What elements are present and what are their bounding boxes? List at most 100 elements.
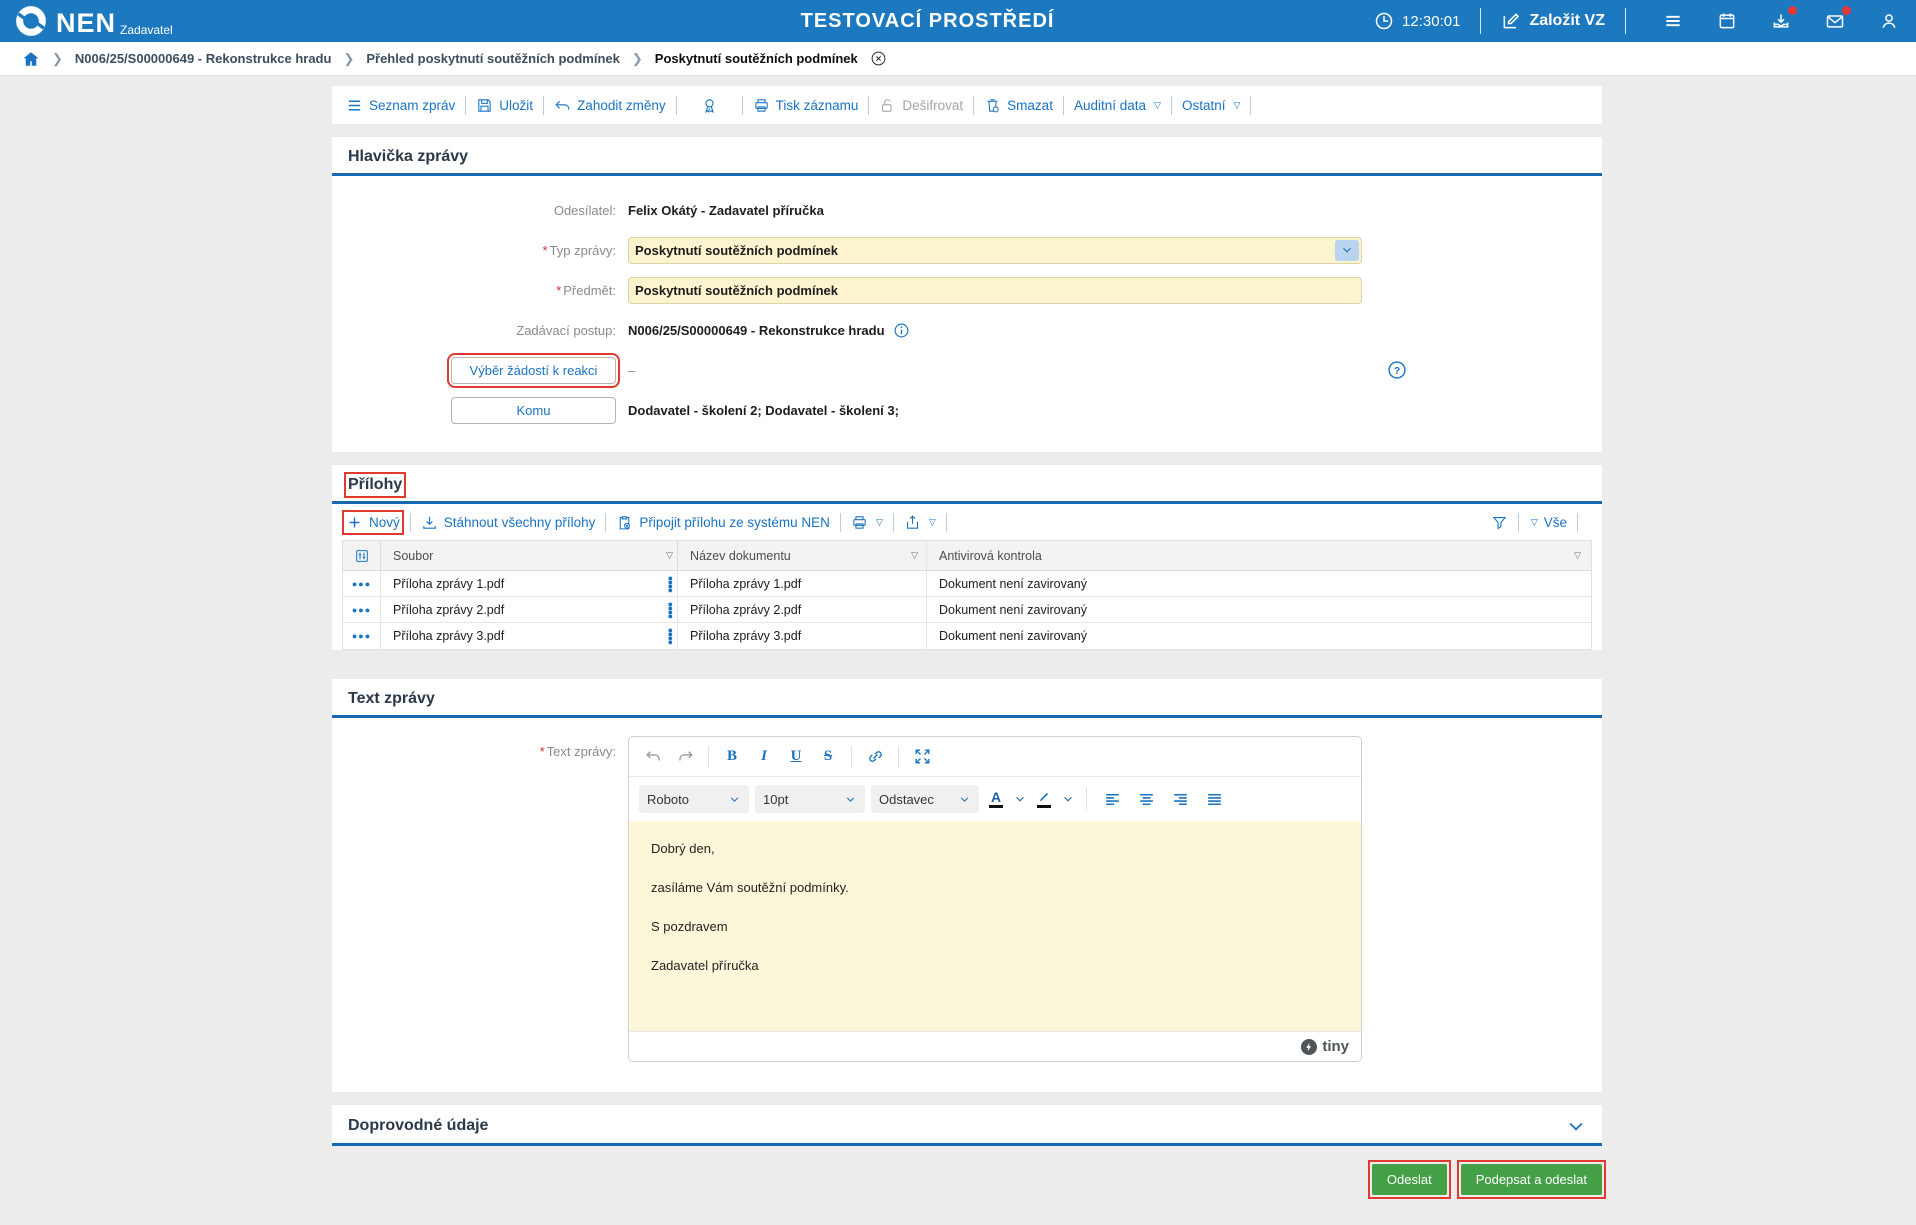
section-message-text: Text zprávy *Text zprávy: B I U S (332, 679, 1602, 1092)
drag-handle-icon[interactable]: ●●●● (668, 628, 673, 644)
new-attachment-button[interactable]: Nový (346, 514, 400, 531)
chevron-down-icon[interactable] (1061, 792, 1075, 806)
save-icon (476, 97, 493, 114)
calendar-icon (1717, 11, 1737, 31)
align-right-button[interactable] (1166, 785, 1194, 813)
dropdown-triangle-icon: ▽ (929, 517, 936, 528)
row-menu-icon[interactable]: ●●● (352, 631, 371, 641)
save-button[interactable]: Uložit (476, 97, 533, 114)
print-record-button[interactable]: Tisk záznamu (753, 97, 859, 114)
align-center-button[interactable] (1132, 785, 1160, 813)
font-family-select[interactable]: Roboto (639, 785, 749, 813)
create-vz-button[interactable]: Založit VZ (1501, 11, 1605, 31)
export-attachments-button[interactable]: ▽ (904, 514, 936, 531)
chevron-down-icon[interactable] (1013, 792, 1027, 806)
discard-changes-button[interactable]: Zahodit změny (554, 97, 666, 114)
table-row[interactable]: ●●● Příloha zprávy 3.pdf●●●● Příloha zpr… (343, 623, 1591, 649)
procedure-value: N006/25/S00000649 - Rekonstrukce hradu (628, 323, 885, 338)
field-message-type: *Typ zprávy: Poskytnutí soutěžních podmí… (332, 230, 1602, 270)
sort-icon[interactable]: ▽ (911, 550, 918, 561)
strikethrough-button[interactable]: S (814, 743, 842, 771)
info-icon[interactable] (893, 322, 910, 339)
align-justify-button[interactable] (1200, 785, 1228, 813)
expand-section-chevron-icon[interactable] (1566, 1116, 1586, 1136)
select-dropdown-button[interactable] (1335, 240, 1359, 261)
align-left-button[interactable] (1098, 785, 1126, 813)
table-row[interactable]: ●●● Příloha zprávy 1.pdf●●●● Příloha zpr… (343, 571, 1591, 597)
other-menu[interactable]: Ostatní ▽ (1182, 98, 1240, 113)
recipients-button[interactable]: Komu (451, 397, 616, 424)
seal-button[interactable] (687, 97, 732, 114)
divider (1518, 513, 1519, 532)
breadcrumb-item-overview[interactable]: Přehled poskytnutí soutěžních podmínek (366, 51, 620, 66)
editor-content-area[interactable]: Dobrý den, zasíláme Vám soutěžní podmínk… (629, 821, 1361, 1031)
redo-button[interactable] (671, 743, 699, 771)
nen-logo-icon (14, 4, 48, 38)
close-tab-icon[interactable] (870, 50, 887, 67)
inbox-button[interactable] (1768, 8, 1794, 34)
footer-actions: Odeslat Podepsat a odeslat (332, 1164, 1602, 1195)
breadcrumb-item-procedure[interactable]: N006/25/S00000649 - Rekonstrukce hradu (75, 51, 332, 66)
divider (851, 746, 852, 768)
attach-from-nen-button[interactable]: Připojit přílohu ze systému NEN (616, 514, 830, 531)
message-type-select[interactable]: Poskytnutí soutěžních podmínek (628, 237, 1362, 264)
column-header-soubor[interactable]: Soubor ▽ (381, 549, 677, 563)
drag-handle-icon[interactable]: ●●●● (668, 602, 673, 618)
column-header-nazev[interactable]: Název dokumentu ▽ (677, 541, 927, 570)
filter-button[interactable] (1491, 514, 1508, 531)
font-size-select[interactable]: 10pt (755, 785, 865, 813)
delete-button[interactable]: Smazat (984, 97, 1053, 114)
row-menu-icon[interactable]: ●●● (352, 605, 371, 615)
text-color-button[interactable]: A (985, 785, 1007, 813)
tiny-logo-icon (1301, 1039, 1317, 1055)
highlight-color-button[interactable] (1033, 785, 1055, 813)
share-icon (904, 514, 921, 531)
divider (605, 513, 606, 532)
editor-toolbar-row1: B I U S (629, 737, 1361, 777)
sort-icon[interactable]: ▽ (666, 550, 673, 561)
column-settings-button[interactable] (343, 541, 381, 570)
column-header-antivir[interactable]: Antivirová kontrola ▽ (927, 549, 1591, 563)
italic-button[interactable]: I (750, 743, 778, 771)
message-list-button[interactable]: Seznam zpráv (346, 97, 455, 114)
help-icon[interactable]: ? (1387, 360, 1407, 380)
bold-button[interactable]: B (718, 743, 746, 771)
home-icon[interactable] (22, 50, 40, 68)
section-accompanying-data: Doprovodné údaje (332, 1105, 1602, 1146)
page-body: Seznam zpráv Uložit Zahodit změny Tisk z… (0, 76, 1916, 1195)
calendar-button[interactable] (1714, 8, 1740, 34)
field-subject: *Předmět: Poskytnutí soutěžních podmínek (332, 270, 1602, 310)
row-menu-icon[interactable]: ●●● (352, 579, 371, 589)
view-all-filter[interactable]: ▽ Vše (1529, 515, 1567, 530)
user-profile-button[interactable] (1876, 8, 1902, 34)
main-menu-button[interactable] (1660, 8, 1686, 34)
sign-and-send-button[interactable]: Podepsat a odeslat (1461, 1164, 1602, 1195)
undo-button[interactable] (639, 743, 667, 771)
divider (973, 96, 974, 115)
sort-icon[interactable]: ▽ (1574, 550, 1581, 561)
section-message-header: Hlavička zprávy Odesílatel: Felix Okátý … (332, 137, 1602, 452)
send-button[interactable]: Odeslat (1372, 1164, 1447, 1195)
svg-text:?: ? (1394, 366, 1400, 377)
audit-data-menu[interactable]: Auditní data ▽ (1074, 98, 1161, 113)
decrypt-button[interactable]: Dešifrovat (879, 97, 963, 114)
download-all-attachments-button[interactable]: Stáhnout všechny přílohy (421, 514, 596, 531)
link-button[interactable] (861, 743, 889, 771)
app-logo[interactable]: NEN Zadavatel (14, 4, 173, 38)
request-selection-button[interactable]: Výběr žádostí k reakci (451, 357, 616, 384)
paragraph-format-select[interactable]: Odstavec (871, 785, 979, 813)
print-attachments-button[interactable]: ▽ (851, 514, 883, 531)
table-row[interactable]: ●●● Příloha zprávy 2.pdf●●●● Příloha zpr… (343, 597, 1591, 623)
messages-button[interactable] (1822, 8, 1848, 34)
drag-handle-icon[interactable]: ●●●● (668, 576, 673, 592)
section-title: Doprovodné údaje (348, 1117, 488, 1135)
message-line: S pozdravem (651, 919, 1339, 934)
chevron-down-icon (958, 793, 971, 806)
field-sender: Odesílatel: Felix Okátý - Zadavatel přír… (332, 190, 1602, 230)
edit-icon (1501, 11, 1521, 31)
rich-text-editor: B I U S Roboto (628, 736, 1362, 1062)
divider (410, 513, 411, 532)
subject-input[interactable]: Poskytnutí soutěžních podmínek (628, 277, 1362, 304)
fullscreen-button[interactable] (908, 743, 936, 771)
underline-button[interactable]: U (782, 743, 810, 771)
